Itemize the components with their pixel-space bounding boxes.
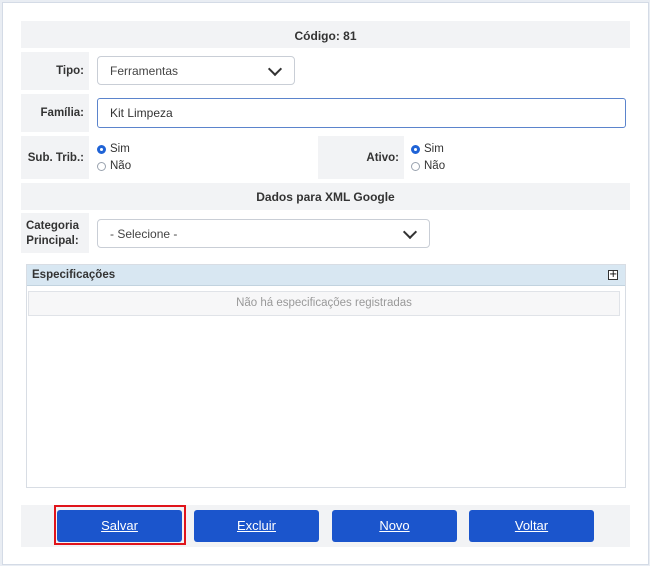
ativo-option-nao[interactable]: Não: [411, 160, 445, 172]
radio-selected-icon[interactable]: [97, 144, 106, 154]
subtrib-option-nao[interactable]: Não: [97, 160, 131, 172]
categoria-label: Categoria Principal:: [21, 219, 84, 249]
ativo-sim-label: Sim: [424, 143, 444, 155]
familia-label: Família:: [40, 107, 84, 119]
tipo-label: Tipo:: [56, 65, 84, 77]
subtrib-nao-label: Não: [110, 160, 132, 172]
excluir-button[interactable]: Excluir: [194, 510, 319, 542]
subtrib-sim-label: Sim: [110, 143, 130, 155]
tipo-select[interactable]: Ferramentas: [97, 56, 295, 85]
specs-panel: Especificações + Não há especificações r…: [26, 264, 626, 488]
plus-square-icon[interactable]: +: [608, 270, 618, 280]
categoria-select[interactable]: - Selecione -: [97, 219, 430, 248]
novo-button[interactable]: Novo: [332, 510, 457, 542]
familia-input-value: Kit Limpeza: [110, 106, 173, 120]
ativo-label: Ativo:: [366, 152, 399, 164]
categoria-select-value: - Selecione -: [110, 226, 178, 241]
radio-selected-icon[interactable]: [411, 144, 420, 154]
tipo-select-value: Ferramentas: [110, 63, 179, 78]
categoria-label-line2: Principal:: [26, 235, 79, 247]
specs-empty-message: Não há especificações registradas: [28, 291, 620, 316]
codigo-title: Código: 81: [294, 29, 357, 43]
radio-unselected-icon[interactable]: [411, 161, 420, 171]
ativo-option-sim[interactable]: Sim: [411, 143, 444, 155]
subtrib-label: Sub. Trib.:: [27, 152, 84, 164]
chevron-down-icon: [402, 224, 418, 239]
specs-header: Especificações +: [27, 265, 625, 286]
familia-input[interactable]: Kit Limpeza: [97, 98, 626, 128]
categoria-label-line1: Categoria: [25, 220, 80, 232]
salvar-highlight-box: [54, 505, 186, 545]
radio-unselected-icon[interactable]: [97, 161, 106, 171]
chevron-down-icon: [267, 61, 283, 76]
ativo-nao-label: Não: [424, 160, 446, 172]
xml-section-title: Dados para XML Google: [256, 190, 395, 204]
specs-title: Especificações: [32, 269, 116, 281]
subtrib-option-sim[interactable]: Sim: [97, 143, 130, 155]
voltar-button[interactable]: Voltar: [469, 510, 594, 542]
